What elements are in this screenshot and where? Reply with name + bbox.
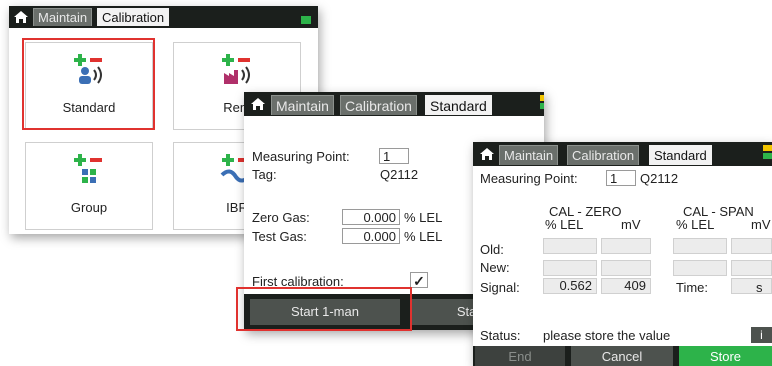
zero-gas-label: Zero Gas: [252, 210, 310, 225]
measuring-point-label: Measuring Point: [480, 171, 578, 186]
old-span-lel [673, 238, 727, 254]
zero-gas-input[interactable]: 0.000 [342, 209, 400, 225]
tab-maintain[interactable]: Maintain [33, 8, 93, 26]
measuring-point-label: Measuring Point: [252, 149, 350, 164]
home-icon[interactable] [13, 9, 29, 25]
zero-lel-header: % LEL [545, 217, 584, 232]
highlight-standard-tile [22, 38, 155, 130]
tab-bar: Maintain Calibration [9, 6, 318, 28]
tab-calibration[interactable]: Calibration [97, 8, 170, 26]
status-label: Status: [480, 328, 521, 343]
test-gas-unit: % LEL [404, 229, 443, 244]
row-old-label: Old: [480, 242, 504, 257]
span-lel-header: % LEL [676, 217, 715, 232]
old-zero-lel [543, 238, 597, 254]
tab-bar: Maintain Calibration Standard [473, 142, 772, 166]
measuring-point-input[interactable]: 1 [606, 170, 636, 186]
tab-bar: Maintain Calibration Standard [244, 92, 544, 116]
new-span-lel [673, 260, 727, 276]
new-zero-mv [601, 260, 651, 276]
battery-icon [301, 16, 311, 24]
span-mv-header: mV [751, 217, 771, 232]
tab-standard[interactable]: Standard [425, 95, 492, 115]
home-icon[interactable] [250, 96, 266, 112]
signal-zero-lel: 0.562 [543, 278, 597, 294]
time-unit: s [756, 280, 763, 295]
tab-maintain[interactable]: Maintain [271, 95, 334, 115]
new-span-mv [731, 260, 772, 276]
tag-label: Tag: [252, 167, 277, 182]
group-icon [74, 154, 102, 183]
battery-icon [540, 95, 544, 109]
zero-gas-unit: % LEL [404, 210, 443, 225]
signal-zero-mv: 409 [601, 278, 651, 294]
info-button[interactable]: i [751, 327, 772, 343]
old-span-mv [731, 238, 772, 254]
tag-value: Q2112 [640, 171, 679, 186]
test-gas-label: Test Gas: [252, 229, 307, 244]
time-label: Time: [676, 280, 709, 295]
battery-icon [763, 145, 772, 159]
tab-maintain[interactable]: Maintain [499, 145, 559, 165]
tab-calibration[interactable]: Calibration [567, 145, 640, 165]
tag-value: Q2112 [380, 167, 419, 182]
tab-standard[interactable]: Standard [649, 145, 712, 165]
tile-label: Group [70, 200, 108, 215]
row-new-label: New: [480, 260, 510, 275]
first-calibration-checkbox[interactable]: ✓ [410, 272, 428, 289]
tab-calibration[interactable]: Calibration [340, 95, 417, 115]
zero-mv-header: mV [621, 217, 641, 232]
home-icon[interactable] [479, 146, 495, 162]
calibration-values-panel: Maintain Calibration Standard Measuring … [473, 142, 772, 366]
test-gas-input[interactable]: 0.000 [342, 228, 400, 244]
tile-group[interactable]: Group [25, 142, 153, 230]
factory-signal-icon [222, 54, 250, 84]
measuring-point-input[interactable]: 1 [379, 148, 409, 164]
cancel-button[interactable]: Cancel [571, 346, 673, 366]
store-button[interactable]: Store [679, 346, 772, 366]
row-signal-label: Signal: [480, 280, 520, 295]
highlight-start-1-man [236, 287, 412, 331]
new-zero-lel [543, 260, 597, 276]
status-text: please store the value [543, 328, 671, 343]
action-bar: End Cancel Store [473, 346, 772, 366]
time-value [731, 278, 772, 294]
end-button[interactable]: End [475, 346, 565, 366]
old-zero-mv [601, 238, 651, 254]
